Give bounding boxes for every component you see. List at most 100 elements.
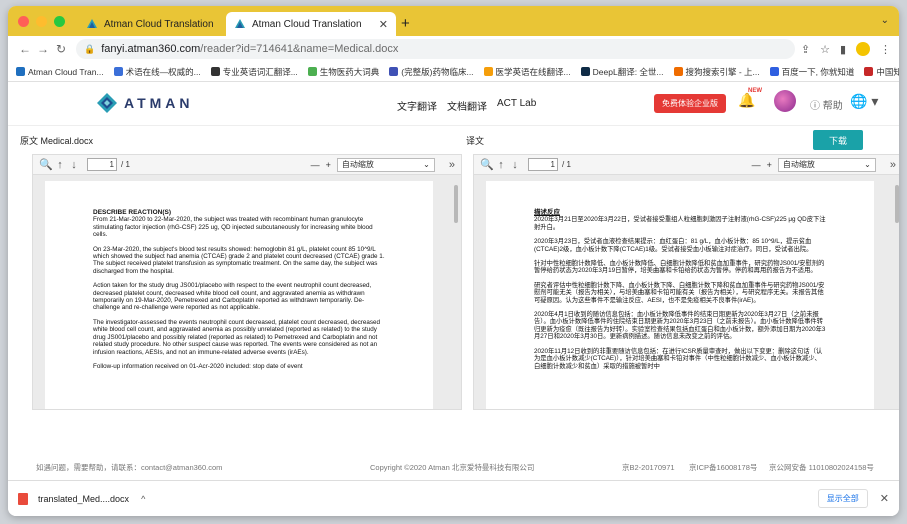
forward-button[interactable]: → — [34, 42, 52, 56]
source-pane-title: 原文 Medical.docx — [20, 136, 94, 146]
bookmark-label: 搜狗搜索引擎 - 上... — [685, 66, 760, 77]
reload-button[interactable]: ↻ — [52, 42, 70, 56]
target-pane-title: 译文 — [466, 136, 485, 146]
scrollbar[interactable] — [894, 181, 899, 409]
doc-paragraph: 2020年3月21日至2020年3月22日，受试者接受重组人粒细胞刺激因子注射液… — [534, 216, 826, 231]
bookmark-favicon-icon — [673, 67, 683, 76]
download-filename[interactable]: translated_Med....docx — [38, 494, 129, 504]
prev-page-icon[interactable]: ↑ — [494, 159, 508, 171]
bookmark-item[interactable]: DeepL翻译: 全世... — [580, 66, 664, 78]
doc-paragraph: 2020年4月1日收到的随访信息包括：血小板计数降低事件的结束日期更新为2020… — [534, 311, 826, 341]
bookmark-label: 百度一下, 你就知道 — [781, 66, 855, 77]
footer-icp-license[interactable]: 京B2-20170971 — [622, 462, 675, 473]
bookmark-label: 生物医药大词典 — [319, 66, 380, 77]
bookmark-label: 中国知网 — [876, 66, 899, 77]
bookmark-item[interactable]: 术语在线—权威的... — [113, 66, 201, 78]
zoom-out-button[interactable]: — — [752, 160, 761, 170]
zoom-out-button[interactable]: — — [311, 160, 320, 170]
bookmark-favicon-icon — [769, 67, 779, 76]
bookmark-item[interactable]: 医学英语在线翻译... — [483, 66, 571, 78]
tab-search-button[interactable]: ⌄ — [881, 15, 889, 26]
bookmark-item[interactable]: 专业英语词汇翻译... — [210, 66, 298, 78]
new-tab-button[interactable]: + — [401, 15, 410, 32]
page-number-input[interactable]: 1 — [87, 158, 117, 171]
zoom-select[interactable]: 自动缩放 ⌄ — [777, 157, 876, 172]
browser-tab-2[interactable]: Atman Cloud Translation ✕ — [226, 12, 396, 36]
bookmark-item[interactable]: 生物医药大词典 — [307, 66, 380, 78]
zoom-in-button[interactable]: + — [767, 160, 772, 170]
close-tab-icon[interactable]: ✕ — [379, 18, 388, 31]
bookmark-favicon-icon — [580, 67, 590, 76]
scrollbar-thumb[interactable] — [454, 185, 458, 223]
doc-paragraph: From 21-Mar-2020 to 22-Mar-2020, the sub… — [93, 216, 373, 239]
maximize-window-button[interactable] — [54, 16, 65, 27]
download-button[interactable]: 下载 — [813, 130, 863, 150]
atman-logo[interactable]: ATMAN — [96, 92, 194, 114]
scrollbar[interactable] — [453, 181, 459, 409]
back-button[interactable]: ← — [16, 42, 34, 56]
browser-toolbar: ← → ↻ 🔒 fanyi.atman360.com/reader?id=714… — [8, 36, 899, 62]
target-document-viewer: 🔍 ↑ ↓ 1 / 1 — + 自动缩放 ⌄ » 描述反应 2020年3月21日至… — [473, 154, 899, 410]
search-icon[interactable]: 🔍 — [480, 158, 494, 171]
sidebar-toggle-button[interactable]: » — [890, 159, 896, 171]
lock-icon[interactable]: 🔒 — [84, 44, 95, 55]
doc-paragraph: 针对中性粒细胞计数降低、血小板计数降低、白细胞计数降低和贫血加重事件，研究药物J… — [534, 260, 825, 275]
nav-text-translation[interactable]: 文字翻译 — [397, 98, 437, 113]
bookmark-item[interactable]: Atman Cloud Tran... — [16, 67, 104, 77]
help-link[interactable]: ⓘ 帮助 — [810, 97, 843, 112]
downloads-shelf: translated_Med....docx ^ 显示全部 ✕ — [8, 480, 899, 516]
tab-title: Atman Cloud Translation — [252, 18, 362, 30]
menu-kebab-icon[interactable]: ⋮ — [880, 43, 891, 56]
bookmark-item[interactable]: 搜狗搜索引擎 - 上... — [673, 66, 760, 78]
browser-tab-1[interactable]: Atman Cloud Translation ✕ — [78, 12, 248, 36]
search-icon[interactable]: 🔍 — [39, 158, 53, 171]
sidebar-toggle-button[interactable]: » — [449, 159, 455, 171]
doc-paragraph: 2020年3月23日，受试者血液检查结果提示：血红蛋白：81 g/L，血小板计数… — [534, 238, 813, 253]
show-all-downloads-button[interactable]: 显示全部 — [817, 489, 868, 508]
bookmark-favicon-icon — [307, 67, 317, 76]
close-window-button[interactable] — [18, 16, 29, 27]
bookmark-item[interactable]: 百度一下, 你就知道 — [769, 66, 855, 78]
minimize-window-button[interactable] — [36, 16, 47, 27]
prev-page-icon[interactable]: ↑ — [53, 159, 67, 171]
chevron-down-icon: ⌄ — [864, 160, 871, 169]
scrollbar-thumb[interactable] — [895, 185, 899, 223]
atman-favicon-icon — [235, 19, 245, 28]
sidepanel-icon[interactable]: ▮ — [840, 43, 846, 56]
profile-avatar[interactable] — [856, 42, 870, 56]
doc-paragraph: Action taken for the study drug JS001/pl… — [93, 282, 372, 312]
brand-name: ATMAN — [124, 95, 194, 111]
close-shelf-icon[interactable]: ✕ — [880, 492, 889, 505]
bookmark-item[interactable]: (完整版)药物临床... — [389, 66, 474, 78]
app-header: ATMAN 文字翻译 文档翻译 ACT Lab 免费体验企业版 🔔 NEW ⓘ 帮… — [8, 82, 899, 126]
bookmark-star-icon[interactable]: ☆ — [820, 43, 830, 56]
next-page-icon[interactable]: ↓ — [508, 159, 522, 171]
zoom-in-button[interactable]: + — [326, 160, 331, 170]
address-bar[interactable]: 🔒 fanyi.atman360.com/reader?id=714641&na… — [76, 39, 795, 59]
zoom-select[interactable]: 自动缩放 ⌄ — [336, 157, 435, 172]
page-number-input[interactable]: 1 — [528, 158, 558, 171]
footer-icp-record[interactable]: 京ICP备16008178号 — [689, 462, 757, 473]
user-avatar[interactable] — [774, 90, 796, 112]
footer-police-record[interactable]: 京公网安备 11010802024158号 — [769, 462, 874, 473]
pane-header: 原文 Medical.docx 译文 下载 — [8, 126, 899, 154]
zoom-controls: — + 自动缩放 ⌄ — [311, 157, 435, 172]
free-trial-enterprise-button[interactable]: 免费体验企业版 — [654, 94, 726, 113]
notification-bell-icon[interactable]: 🔔 NEW — [738, 88, 762, 109]
chevron-down-icon: ⌄ — [423, 160, 430, 169]
share-icon[interactable]: ⇪ — [801, 43, 810, 56]
atman-favicon-icon — [87, 19, 97, 28]
next-page-icon[interactable]: ↓ — [67, 159, 81, 171]
document-page: 描述反应 2020年3月21日至2020年3月22日，受试者接受重组人粒细胞刺激… — [486, 181, 874, 409]
nav-act-lab[interactable]: ACT Lab — [497, 98, 536, 113]
zoom-value: 自动缩放 — [341, 160, 374, 169]
nav-document-translation[interactable]: 文档翻译 — [447, 98, 487, 113]
url-path: /reader?id=714641&name=Medical.docx — [200, 43, 399, 55]
doc-paragraph: 研究者评估中性粒细胞计数下降、血小板计数下降、白细胞计数下降和贫血加重事件与研究… — [534, 281, 825, 304]
bookmark-favicon-icon — [483, 67, 493, 76]
language-globe-icon[interactable]: 🌐 ▾ — [850, 93, 878, 110]
chevron-up-icon[interactable]: ^ — [141, 494, 145, 504]
bookmark-item[interactable]: 中国知网 — [864, 66, 899, 78]
document-page: DESCRIBE REACTION(S) From 21-Mar-2020 to… — [45, 181, 433, 409]
footer-contact: 如遇问题，需要帮助，请联系：contact@atman360.com — [36, 463, 223, 472]
